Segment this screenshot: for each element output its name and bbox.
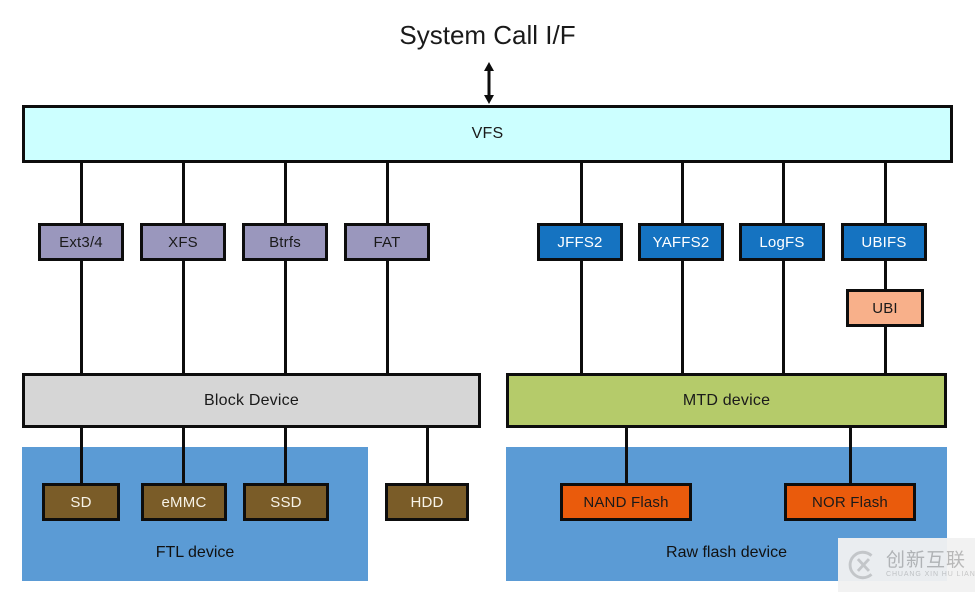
connector-vfs-xfs [182,163,185,223]
ubi-label: UBI [872,299,898,317]
fs-box-btrfs[interactable]: Btrfs [242,223,328,261]
watermark-text: 创新互联 CHUANG XIN HU LIAN [886,551,975,579]
fs-label-fat: FAT [373,233,401,251]
connector-block-sd [80,428,83,483]
fs-label-ext34: Ext3/4 [59,233,103,251]
connector-jffs2-mtd [580,261,583,373]
ubi-box[interactable]: UBI [846,289,924,327]
fs-label-jffs2: JFFS2 [557,233,603,251]
connector-logfs-mtd [782,261,785,373]
fs-label-ubifs: UBIFS [861,233,907,251]
fs-box-xfs[interactable]: XFS [140,223,226,261]
connector-ubifs-ubi [884,261,887,289]
connector-ubi-mtd [884,327,887,373]
media-label-nor-flash: NOR Flash [812,493,888,511]
connector-mtd-nor [849,428,852,483]
connector-block-emmc [182,428,185,483]
block-device-label: Block Device [204,391,299,409]
fs-box-logfs[interactable]: LogFS [739,223,825,261]
connector-fat-block [386,261,389,373]
fs-box-yaffs2[interactable]: YAFFS2 [638,223,724,261]
diagram-canvas: System Call I/F VFS Ext3/4 XFS Btrfs FAT… [0,0,975,592]
connector-vfs-btrfs [284,163,287,223]
cx-circle-logo-icon [848,550,873,580]
fs-box-fat[interactable]: FAT [344,223,430,261]
media-box-sd[interactable]: SD [42,483,120,521]
media-label-nand-flash: NAND Flash [583,493,669,511]
media-label-ssd: SSD [270,493,302,511]
vfs-label: VFS [471,125,504,142]
fs-label-logfs: LogFS [759,233,805,251]
block-device-layer[interactable]: Block Device [22,373,481,428]
media-box-emmc[interactable]: eMMC [141,483,227,521]
media-box-hdd[interactable]: HDD [385,483,469,521]
connector-btrfs-block [284,261,287,373]
diagram-title: System Call I/F [399,20,576,50]
media-label-emmc: eMMC [161,493,207,511]
connector-xfs-block [182,261,185,373]
fs-box-jffs2[interactable]: JFFS2 [537,223,623,261]
media-label-sd: SD [70,493,92,511]
watermark: 创新互联 CHUANG XIN HU LIAN [838,538,975,592]
region-label-ftl-device: FTL device [155,544,235,561]
connector-ext34-block [80,261,83,373]
media-box-ssd[interactable]: SSD [243,483,329,521]
connector-vfs-fat [386,163,389,223]
mtd-device-label: MTD device [682,391,771,409]
fs-label-btrfs: Btrfs [269,233,301,251]
connector-vfs-logfs [782,163,785,223]
vfs-layer[interactable]: VFS [22,105,953,163]
connector-vfs-ext34 [80,163,83,223]
media-label-hdd: HDD [410,493,444,511]
connector-block-hdd [426,428,429,483]
connector-vfs-yaffs2 [681,163,684,223]
fs-label-yaffs2: YAFFS2 [652,233,710,251]
connector-block-ssd [284,428,287,483]
mtd-device-layer[interactable]: MTD device [506,373,947,428]
connector-mtd-nand [625,428,628,483]
system-call-arrow-icon [481,62,497,104]
connector-vfs-jffs2 [580,163,583,223]
media-box-nand-flash[interactable]: NAND Flash [560,483,692,521]
watermark-chinese: 创新互联 [886,550,967,572]
media-box-nor-flash[interactable]: NOR Flash [784,483,916,521]
connector-vfs-ubifs [884,163,887,223]
fs-box-ubifs[interactable]: UBIFS [841,223,927,261]
fs-box-ext34[interactable]: Ext3/4 [38,223,124,261]
watermark-pinyin: CHUANG XIN HU LIAN [886,571,975,579]
connector-yaffs2-mtd [681,261,684,373]
fs-label-xfs: XFS [168,233,198,251]
